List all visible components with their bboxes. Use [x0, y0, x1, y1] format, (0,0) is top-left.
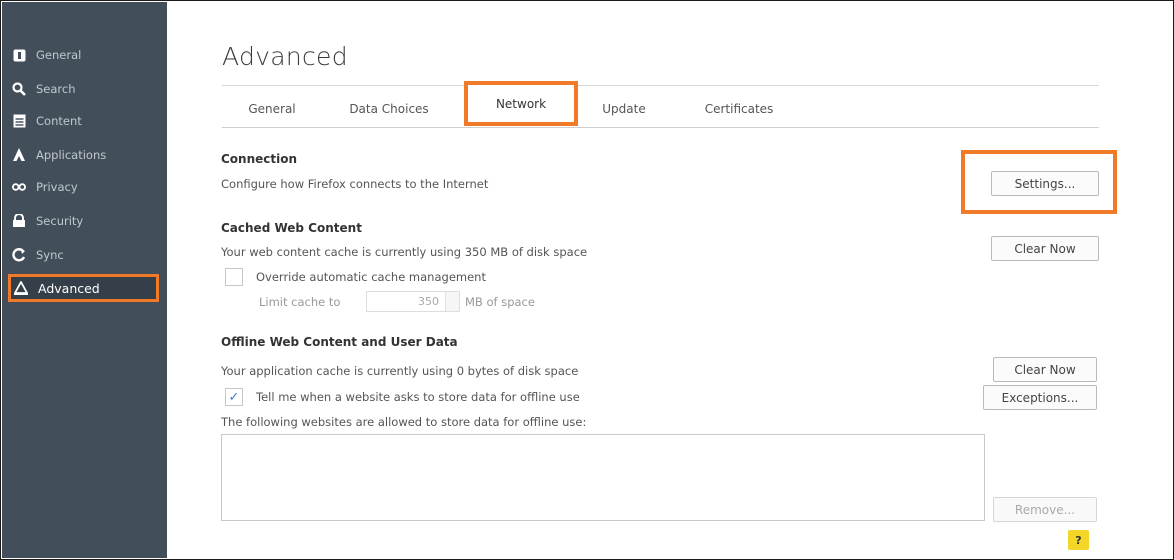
sidebar-item-general[interactable]: General — [10, 44, 160, 66]
spinner-icon[interactable] — [445, 292, 459, 311]
override-cache-label: Override automatic cache management — [256, 270, 486, 284]
page-title: Advanced — [222, 42, 348, 71]
button-label: Settings... — [1014, 176, 1076, 191]
sidebar-item-label: Security — [36, 214, 84, 228]
sidebar-item-label: Advanced — [38, 280, 100, 296]
tell-me-checkbox[interactable]: ✓ — [225, 388, 243, 406]
input-value: 350 — [418, 295, 439, 308]
sidebar-item-label: Applications — [36, 148, 107, 162]
sidebar-item-search[interactable]: Search — [10, 78, 160, 100]
help-button[interactable]: ? — [1068, 530, 1089, 550]
sync-icon — [12, 248, 26, 262]
allowed-sites-label: The following websites are allowed to st… — [221, 415, 587, 429]
sidebar: General Search Content Applications Priv… — [2, 2, 167, 558]
tab-data-choices[interactable]: Data Choices — [335, 94, 443, 124]
sidebar-item-security[interactable]: Security — [10, 210, 160, 232]
sidebar-item-content[interactable]: Content — [10, 110, 160, 132]
sidebar-item-label: General — [36, 48, 82, 62]
offline-clear-now-button[interactable]: Clear Now — [993, 357, 1097, 382]
cache-limit-input[interactable]: 350 — [366, 291, 460, 312]
button-label: Exceptions... — [1001, 390, 1079, 405]
offline-heading: Offline Web Content and User Data — [221, 335, 458, 349]
lock-icon — [12, 214, 26, 228]
limit-cache-label: Limit cache to — [259, 295, 341, 309]
checkmark-icon: ✓ — [228, 389, 240, 405]
override-cache-checkbox[interactable] — [225, 268, 243, 286]
cache-heading: Cached Web Content — [221, 221, 362, 235]
button-label: Clear Now — [1014, 241, 1076, 256]
main-panel: Advanced General Data Choices Network Up… — [167, 2, 1172, 558]
tab-update[interactable]: Update — [591, 94, 657, 124]
tab-divider — [222, 127, 1099, 128]
offline-sites-list[interactable] — [221, 434, 985, 521]
button-label: Remove... — [1014, 502, 1076, 517]
tell-me-label: Tell me when a website asks to store dat… — [256, 390, 580, 404]
sidebar-item-label: Privacy — [36, 180, 78, 194]
sidebar-item-applications[interactable]: Applications — [10, 144, 160, 166]
tab-certificates[interactable]: Certificates — [687, 94, 791, 124]
privacy-mask-icon — [12, 180, 26, 194]
cache-clear-now-button[interactable]: Clear Now — [991, 236, 1099, 261]
cache-description: Your web content cache is currently usin… — [221, 245, 588, 259]
connection-description: Configure how Firefox connects to the In… — [221, 177, 489, 191]
tab-network[interactable]: Network — [464, 81, 578, 126]
content-icon — [12, 114, 26, 128]
offline-description: Your application cache is currently usin… — [221, 364, 579, 378]
limit-cache-unit: MB of space — [465, 295, 535, 309]
connection-settings-button[interactable]: Settings... — [991, 171, 1099, 196]
exceptions-button[interactable]: Exceptions... — [983, 385, 1097, 410]
sidebar-item-label: Search — [36, 82, 76, 96]
tab-general[interactable]: General — [233, 94, 311, 124]
connection-heading: Connection — [221, 152, 298, 166]
remove-button[interactable]: Remove... — [993, 497, 1097, 522]
sidebar-item-advanced[interactable]: Advanced — [8, 274, 159, 302]
search-icon — [12, 82, 26, 96]
sidebar-item-label: Sync — [36, 248, 64, 262]
sidebar-item-sync[interactable]: Sync — [10, 244, 160, 266]
divider — [222, 85, 1099, 86]
general-icon — [12, 48, 26, 62]
sidebar-item-label: Content — [36, 114, 82, 128]
advanced-icon — [14, 281, 28, 295]
button-label: Clear Now — [1014, 362, 1076, 377]
applications-icon — [12, 148, 26, 162]
sidebar-item-privacy[interactable]: Privacy — [10, 176, 160, 198]
